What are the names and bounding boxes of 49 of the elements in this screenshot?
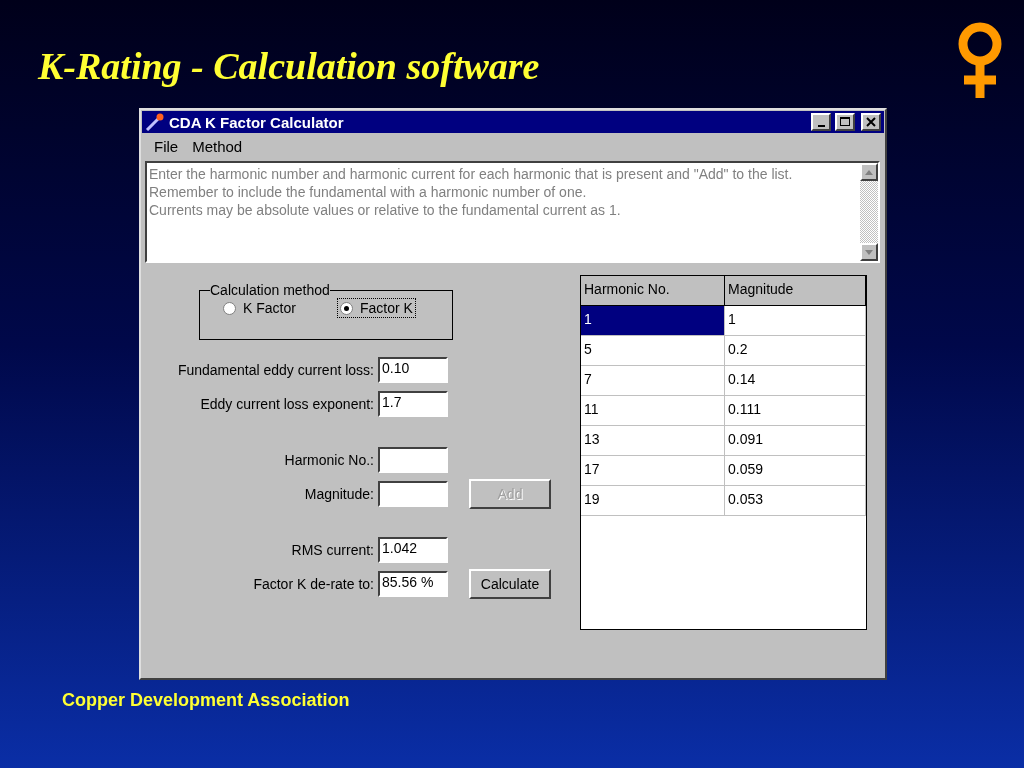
close-button[interactable] xyxy=(861,113,881,131)
table-cell[interactable]: 7 xyxy=(581,366,725,396)
slide-title: K-Rating - Calculation software xyxy=(38,44,540,88)
table-cell[interactable]: 1 xyxy=(581,306,725,336)
table-cell[interactable]: 0.091 xyxy=(725,426,866,456)
minimize-icon xyxy=(817,124,825,127)
radio-button[interactable] xyxy=(339,301,353,315)
window-title: CDA K Factor Calculator xyxy=(169,113,345,131)
calculate-button[interactable]: Calculate xyxy=(469,569,551,599)
app-icon xyxy=(145,113,165,131)
table-cell[interactable]: 0.14 xyxy=(725,366,866,396)
input-field[interactable]: 1.7 xyxy=(378,391,448,417)
menu-item[interactable]: Method xyxy=(186,137,251,155)
table-cell[interactable]: 0.059 xyxy=(725,456,866,486)
table-cell[interactable]: 0.053 xyxy=(725,486,866,516)
table-cell[interactable]: 11 xyxy=(581,396,725,426)
maximize-button[interactable] xyxy=(835,113,855,131)
column-header[interactable]: Magnitude xyxy=(725,276,866,306)
field-label: Harmonic No.: xyxy=(283,452,375,468)
field-label: Magnitude: xyxy=(303,486,375,502)
radio-button[interactable] xyxy=(223,301,236,315)
input-field[interactable] xyxy=(378,481,448,507)
field-label: Eddy current loss exponent: xyxy=(199,396,375,412)
menu-item[interactable]: File xyxy=(148,137,187,155)
maximize-icon xyxy=(840,117,850,127)
column-header[interactable]: Harmonic No. xyxy=(581,276,725,306)
female-symbol-icon xyxy=(956,22,1004,98)
table-cell[interactable]: 0.111 xyxy=(725,396,866,426)
input-field[interactable] xyxy=(378,447,448,473)
input-field[interactable]: 0.10 xyxy=(378,357,448,383)
table-cell[interactable]: 13 xyxy=(581,426,725,456)
instruction-text: Remember to include the fundamental with a harmonic number of one. xyxy=(149,183,588,201)
footer-text: Copper Development Association xyxy=(62,690,351,711)
field-label: Fundamental eddy current loss: xyxy=(176,362,375,378)
group-label: Calculation method xyxy=(210,282,330,298)
table-cell[interactable]: 17 xyxy=(581,456,725,486)
table-cell[interactable]: 0.2 xyxy=(725,336,866,366)
radio-label[interactable]: K Factor xyxy=(243,300,296,316)
table-cell[interactable]: 5 xyxy=(581,336,725,366)
close-icon xyxy=(866,117,876,127)
table-cell[interactable]: 19 xyxy=(581,486,725,516)
input-field[interactable]: 85.56 % xyxy=(378,571,448,597)
field-label: Factor K de-rate to: xyxy=(252,576,375,592)
instruction-text: Currents may be absolute values or relative to the fundamental current as 1. xyxy=(149,201,622,219)
instruction-text: Enter the harmonic number and harmonic current for each harmonic that is present and "Add" to the list. xyxy=(149,165,794,183)
field-label: RMS current: xyxy=(290,542,375,558)
table-cell[interactable]: 1 xyxy=(725,306,866,336)
input-field[interactable]: 1.042 xyxy=(378,537,448,563)
minimize-button[interactable] xyxy=(811,113,831,131)
